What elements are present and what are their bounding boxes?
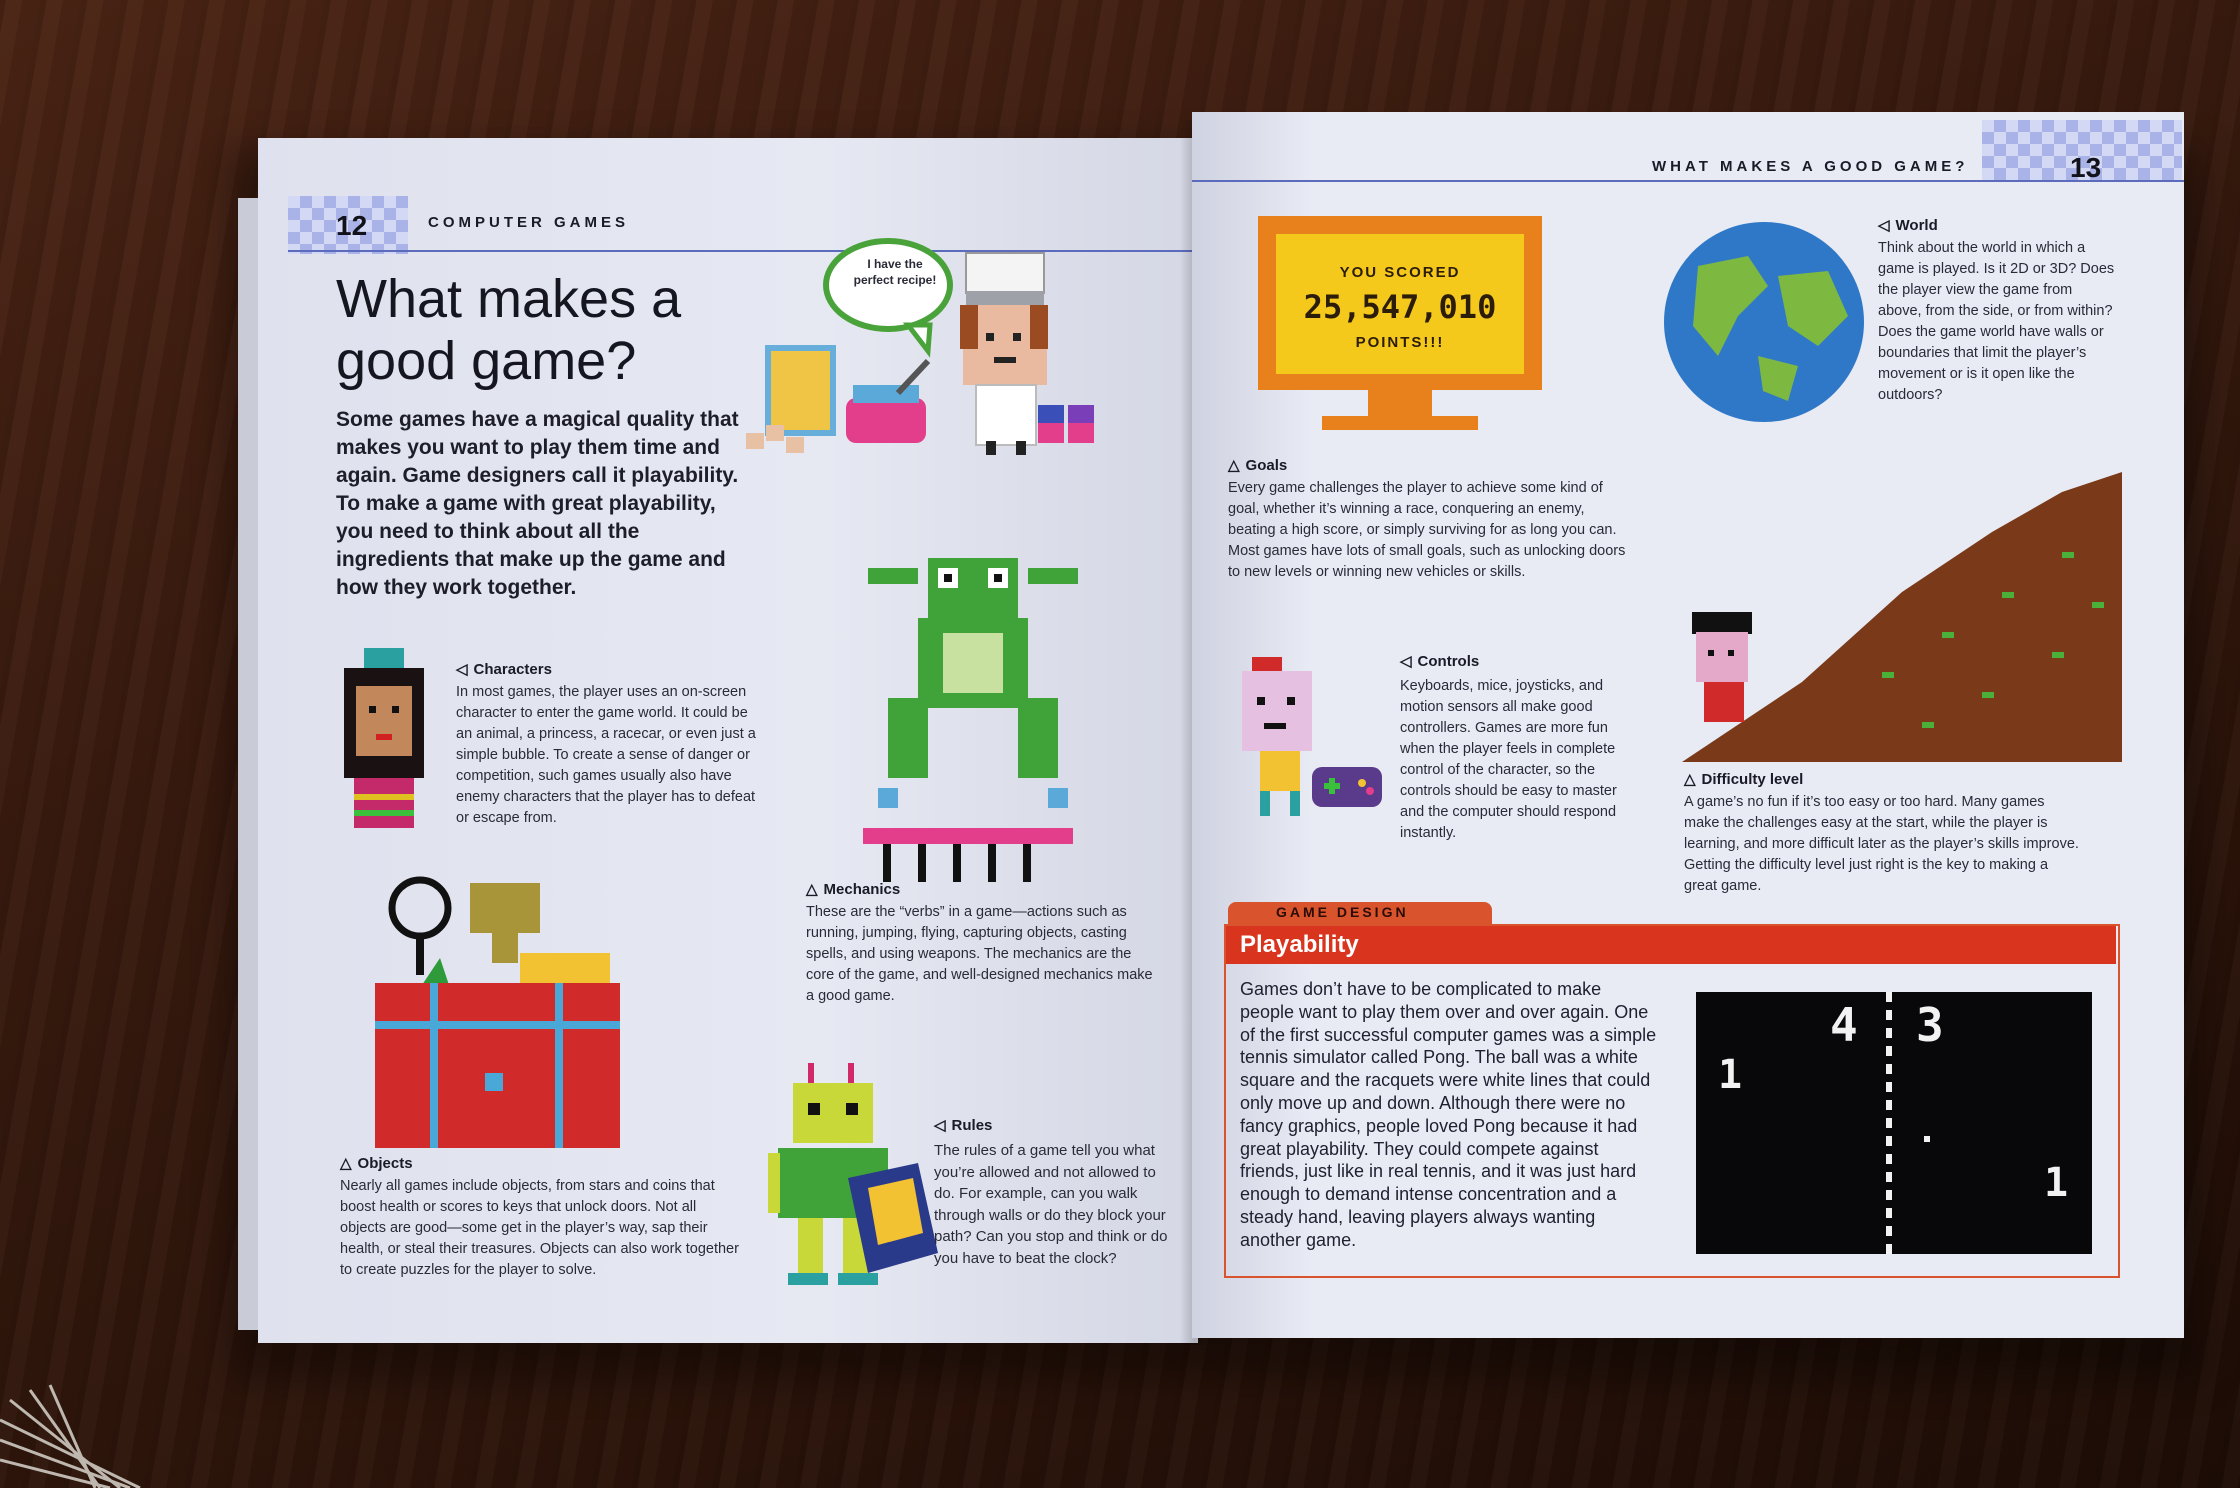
difficulty-heading-text: Difficulty level [1701, 771, 1804, 788]
characters-text: In most games, the player uses an on-scr… [456, 684, 756, 826]
pong-paddle-right: 1 [2044, 1160, 2069, 1206]
controller-kid-illustration [1242, 657, 1382, 816]
mechanics-heading-text: Mechanics [823, 881, 901, 898]
page-title: What makes a good game? [336, 269, 682, 391]
up-triangle-icon: △ [1228, 457, 1240, 474]
objects-heading-text: Objects [357, 1155, 413, 1172]
running-head-left: COMPUTER GAMES [428, 214, 630, 231]
monitor-base [1322, 416, 1478, 430]
objects-text: Nearly all games include objects, from s… [340, 1178, 739, 1278]
mechanics-heading: △ Mechanics [806, 880, 900, 898]
left-triangle-icon: ◁ [1878, 217, 1890, 234]
game-design-tab: GAME DESIGN [1228, 902, 1492, 924]
score-line-1: YOU SCORED [1339, 264, 1461, 281]
world-heading: ◁ World [1878, 216, 1938, 234]
feather-decoration [0, 1384, 141, 1488]
playability-title-bar: Playability [1226, 926, 2116, 964]
world-heading-text: World [1895, 217, 1938, 234]
frog-jump-illustration [863, 558, 1078, 882]
pixel-globe-illustration [1664, 222, 1864, 422]
difficulty-text: A game’s no fun if it’s too easy or too … [1684, 794, 2079, 894]
playability-text: Games don’t have to be complicated to ma… [1240, 979, 1657, 1250]
goals-heading: △ Goals [1228, 456, 1287, 474]
controls-heading-text: Controls [1417, 653, 1480, 670]
up-triangle-icon: △ [806, 881, 818, 898]
game-design-tab-label: GAME DESIGN [1276, 904, 1409, 920]
rules-text: The rules of a game tell you what you’re… [934, 1142, 1168, 1267]
left-page: 12 COMPUTER GAMES What makes a good game… [258, 138, 1198, 1343]
monitor-stand [1368, 390, 1432, 416]
mechanics-text: These are the “verbs” in a game—actions … [806, 904, 1153, 1004]
playability-title: Playability [1240, 931, 1359, 958]
score-value: 25,547,010 [1303, 288, 1497, 326]
objects-heading: △ Objects [340, 1154, 413, 1172]
top-rule-right [1192, 180, 2184, 182]
speech-bubble-text: I have the perfect recipe! [853, 257, 937, 287]
goals-text: Every game challenges the player to achi… [1228, 480, 1626, 580]
page-number-right: 13 [2070, 152, 2102, 183]
treasure-chest-illustration [375, 876, 620, 1148]
pong-score-left: 4 [1830, 998, 1858, 1052]
characters-heading-text: Characters [473, 661, 552, 678]
left-triangle-icon: ◁ [456, 661, 468, 678]
rules-heading: ◁ Rules [934, 1116, 992, 1134]
intro-paragraph: Some games have a magical quality that m… [336, 408, 739, 599]
up-triangle-icon: △ [340, 1155, 352, 1172]
princess-character-illustration [344, 648, 424, 828]
difficulty-heading: △ Difficulty level [1684, 770, 1803, 788]
characters-heading: ◁ Characters [456, 660, 552, 678]
right-page: WHAT MAKES A GOOD GAME? 13 YOU SCORED 25… [1192, 112, 2184, 1338]
running-head-right: WHAT MAKES A GOOD GAME? [1652, 158, 1969, 175]
pong-net [1886, 992, 1892, 1254]
world-text: Think about the world in which a game is… [1878, 240, 2115, 403]
page-number-left: 12 [336, 210, 368, 241]
pong-paddle-left: 1 [1718, 1052, 1743, 1098]
pong-screen: 4 3 1 1 [1696, 992, 2092, 1254]
rules-heading-text: Rules [951, 1117, 993, 1134]
controls-heading: ◁ Controls [1400, 652, 1479, 670]
pong-score-right: 3 [1916, 998, 1944, 1052]
controls-text: Keyboards, mice, joysticks, and motion s… [1400, 678, 1617, 841]
left-triangle-icon: ◁ [1400, 653, 1412, 670]
hill-climb-illustration [1682, 472, 2122, 762]
up-triangle-icon: △ [1684, 771, 1696, 788]
left-triangle-icon: ◁ [934, 1117, 946, 1134]
goals-heading-text: Goals [1245, 457, 1288, 474]
pong-ball [1924, 1136, 1930, 1142]
score-line-3: POINTS!!! [1355, 334, 1445, 351]
robot-rulebook-illustration [768, 1063, 938, 1285]
